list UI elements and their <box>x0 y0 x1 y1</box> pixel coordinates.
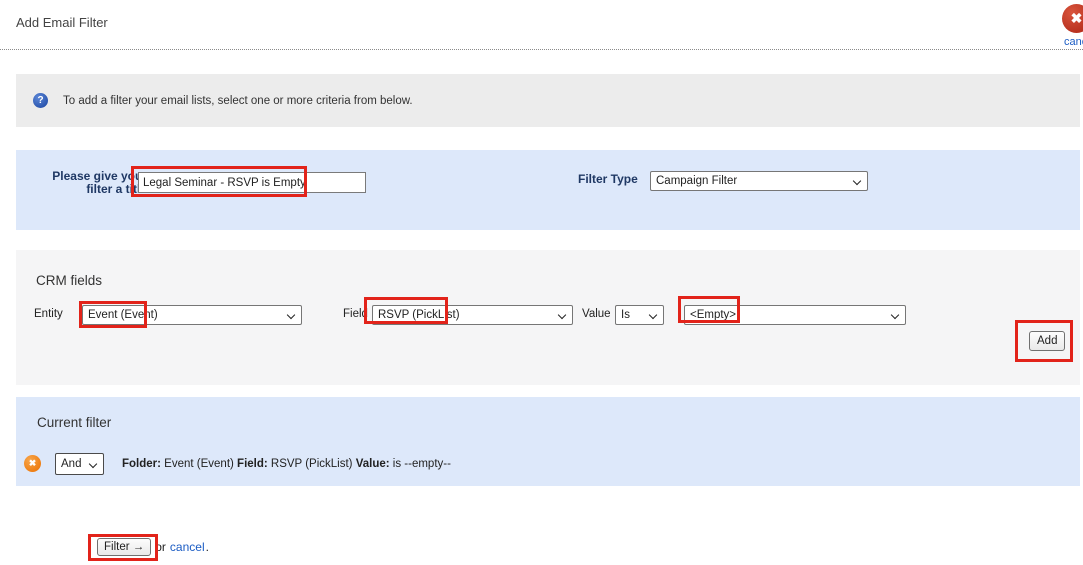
field-select-value: RSVP (PickList) <box>378 309 460 321</box>
help-icon-glyph: ? <box>37 95 44 106</box>
summary-value-value: is --empty-- <box>389 458 451 470</box>
crm-fields-section: CRM fields Entity Event (Event) Field RS… <box>16 250 1080 385</box>
summary-field-label: Field: <box>237 458 268 470</box>
header-divider <box>0 49 1083 50</box>
or-text: or <box>155 540 166 554</box>
value-select-value: <Empty> <box>690 309 737 321</box>
footer-actions: Filter → or cancel. <box>97 538 209 556</box>
cancel-link[interactable]: cancel <box>170 540 205 554</box>
title-section: Please give your filter a title Filter T… <box>16 150 1080 230</box>
entity-select[interactable]: Event (Event) <box>82 305 302 325</box>
filter-title-label-line2: filter a title <box>86 182 147 196</box>
help-icon: ? <box>33 93 48 108</box>
operator-select-value: Is <box>621 309 630 321</box>
chevron-down-icon <box>286 310 296 320</box>
filter-submit-button[interactable]: Filter → <box>97 538 152 556</box>
value-select[interactable]: <Empty> <box>684 305 906 325</box>
remove-icon-glyph: ✖ <box>28 458 37 468</box>
entity-select-value: Event (Event) <box>88 309 158 321</box>
close-icon-glyph: ✖ <box>1070 10 1083 26</box>
filter-title-label: Please give your filter a title <box>34 170 147 196</box>
summary-field-value: RSVP (PickList) <box>267 458 356 470</box>
summary-folder-value: Event (Event) <box>160 458 238 470</box>
current-filter-heading: Current filter <box>37 415 112 430</box>
filter-title-input[interactable] <box>138 172 366 193</box>
chevron-down-icon <box>557 310 567 320</box>
remove-filter-icon[interactable]: ✖ <box>24 455 41 472</box>
summary-folder-label: Folder: <box>122 458 161 470</box>
entity-label: Entity <box>34 308 63 320</box>
period-text: . <box>205 540 209 554</box>
filter-type-select[interactable]: Campaign Filter <box>650 171 868 191</box>
filter-type-label: Filter Type <box>578 172 638 186</box>
info-text: To add a filter your email lists, select… <box>63 95 413 107</box>
chevron-down-icon <box>88 459 98 469</box>
conjunction-select-value: And <box>61 458 82 470</box>
value-label: Value <box>582 308 611 320</box>
chevron-down-icon <box>648 310 658 320</box>
close-icon[interactable]: ✖ <box>1062 4 1083 33</box>
cancel-top-link[interactable]: cancel <box>1064 36 1083 48</box>
current-filter-section: Current filter ✖ And Folder: Event (Even… <box>16 397 1080 486</box>
page-title: Add Email Filter <box>16 15 108 30</box>
crm-fields-heading: CRM fields <box>36 273 103 288</box>
conjunction-select[interactable]: And <box>55 453 104 475</box>
field-select[interactable]: RSVP (PickList) <box>372 305 573 325</box>
field-label: Field <box>343 308 368 320</box>
chevron-down-icon <box>852 176 862 186</box>
add-email-filter-page: Add Email Filter ✖ cancel ? To add a fil… <box>0 0 1083 565</box>
filter-summary: Folder: Event (Event) Field: RSVP (PickL… <box>122 458 451 470</box>
add-button[interactable]: Add <box>1029 331 1066 351</box>
info-bar: ? To add a filter your email lists, sele… <box>16 74 1080 127</box>
filter-type-select-value: Campaign Filter <box>656 175 738 187</box>
chevron-down-icon <box>890 310 900 320</box>
summary-value-label: Value: <box>355 458 390 470</box>
operator-select[interactable]: Is <box>615 305 664 325</box>
